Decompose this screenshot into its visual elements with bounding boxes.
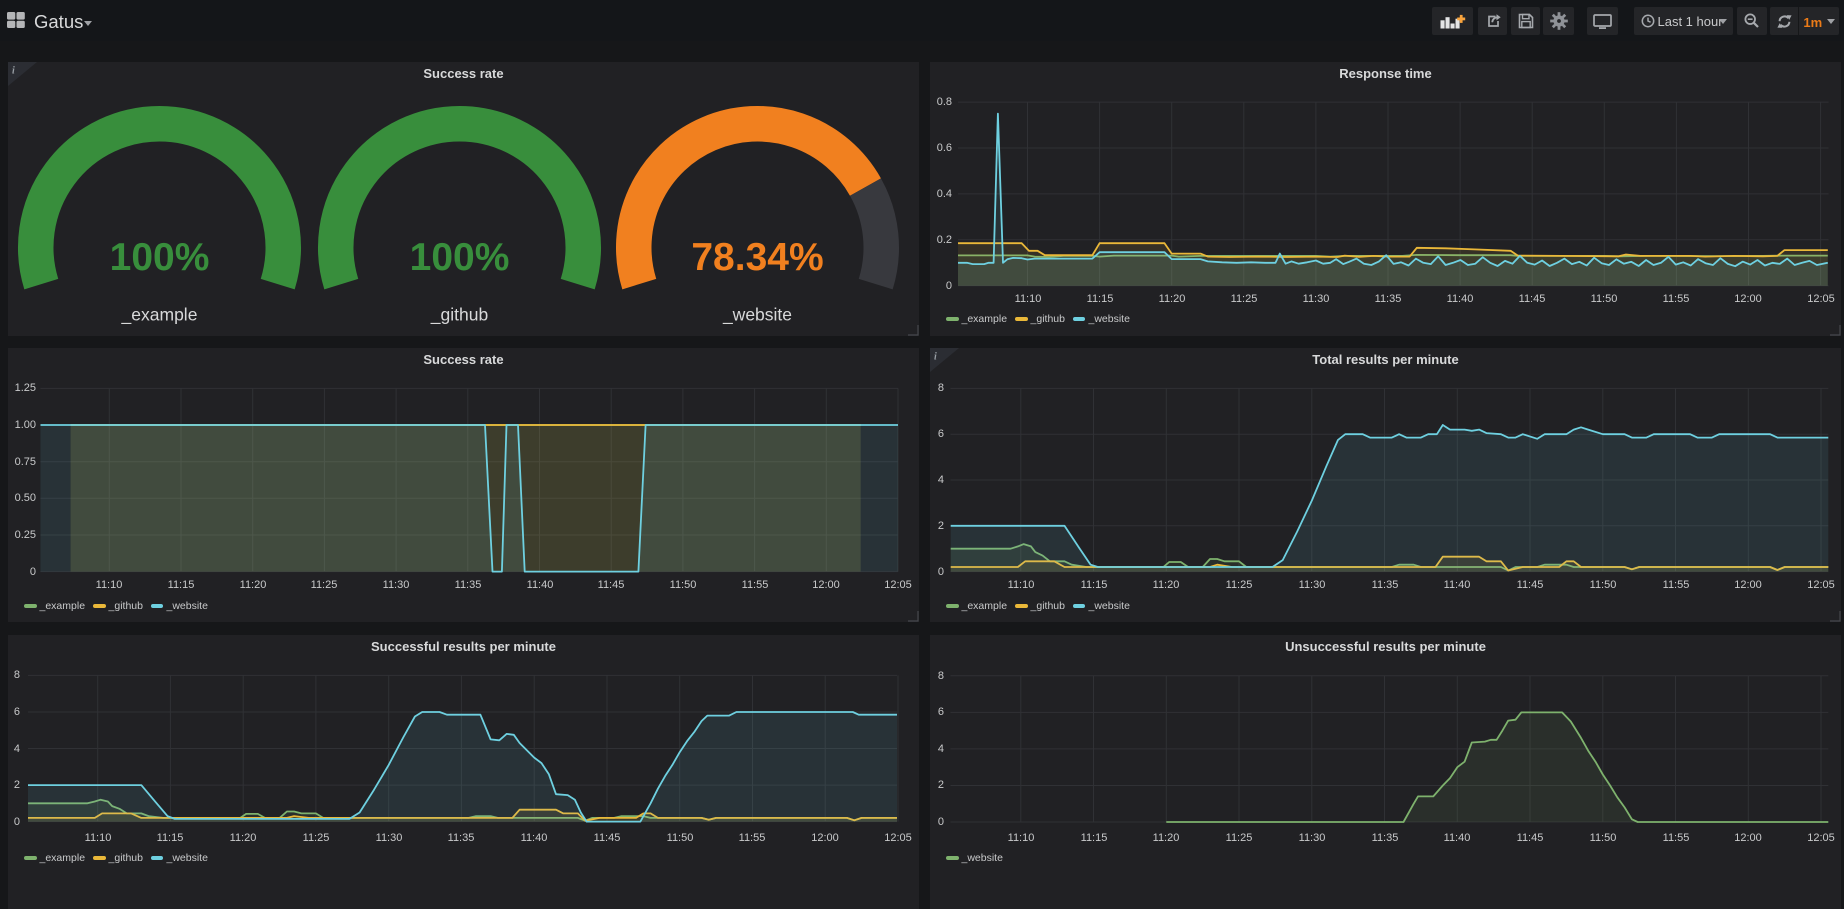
svg-text:i: i (12, 66, 15, 77)
svg-text:78.34%: 78.34% (691, 236, 823, 279)
svg-text:_example: _example (121, 305, 198, 326)
svg-text:100%: 100% (110, 236, 210, 279)
svg-text:_website: _website (722, 305, 792, 326)
svg-text:_github: _github (430, 305, 488, 326)
svg-text:100%: 100% (410, 236, 510, 279)
svg-text:i: i (934, 352, 937, 363)
